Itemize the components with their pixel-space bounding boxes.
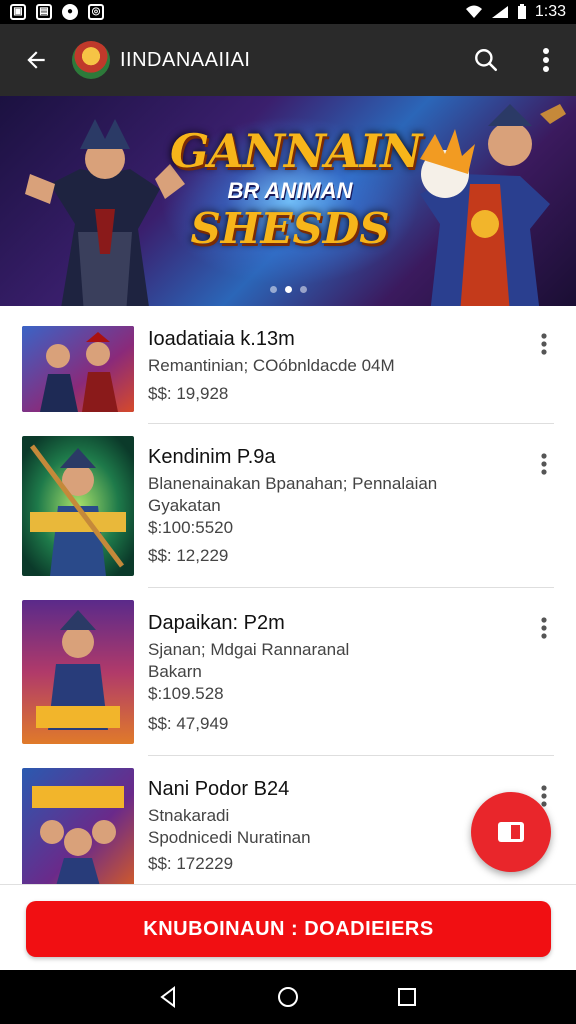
overflow-menu-button[interactable]	[516, 24, 576, 96]
more-vert-icon	[543, 48, 549, 72]
search-button[interactable]	[456, 24, 516, 96]
app-logo	[72, 41, 110, 79]
more-vert-icon	[541, 617, 547, 639]
status-right: 1:33	[465, 3, 566, 21]
pagination-dot-active[interactable]	[284, 286, 292, 293]
book-open-icon	[498, 822, 524, 842]
item-detail: Spodnicedi Nuratinan	[148, 828, 311, 847]
more-vert-icon	[541, 453, 547, 475]
floating-action-button[interactable]	[471, 792, 551, 872]
banner-title-line3: SHESDS	[190, 204, 390, 253]
list-item[interactable]: Dapaikan: P2m Sjanan; Mdgai Rannaranal B…	[0, 588, 576, 756]
nav-recents-icon[interactable]	[396, 986, 418, 1008]
status-bar: ▣ ▤ ● ◎ 1:33	[0, 0, 576, 24]
nav-back-icon[interactable]	[158, 986, 180, 1008]
bottom-action-area: KNUBOINAUN : DOADIEIERS	[0, 884, 576, 970]
hero-left-illustration	[25, 119, 185, 306]
instagram-icon: ◎	[88, 4, 104, 20]
item-detail: Gyakatan	[148, 496, 221, 515]
item-price: $$: 172229	[148, 854, 234, 873]
battery-icon	[517, 4, 526, 19]
item-detail: $:100:5520	[148, 518, 234, 537]
item-title: Ioadatiaia k.13m	[148, 328, 295, 350]
item-price: $$: 47,949	[148, 714, 229, 733]
more-vert-icon	[541, 785, 547, 807]
item-detail: Blanenainakan Bpanahan; Pennalaian	[148, 474, 438, 493]
item-more-button[interactable]	[530, 614, 558, 642]
wifi-icon	[465, 5, 482, 18]
item-more-button[interactable]	[530, 330, 558, 358]
list-item[interactable]: Kendinim P.9a Blanenainakan Bpanahan; Pe…	[0, 424, 576, 588]
item-title: Kendinim P.9a	[148, 446, 276, 468]
hero-right-illustration	[420, 104, 566, 306]
photo-icon: ▣	[10, 4, 26, 20]
nav-home-icon[interactable]	[277, 986, 299, 1008]
game-thumbnail	[22, 600, 134, 744]
item-price: $$: 19,928	[148, 384, 229, 403]
item-title: Nani Podor B24	[148, 778, 290, 800]
item-price: $$: 12,229	[148, 546, 229, 565]
game-thumbnail	[22, 326, 134, 412]
gallery-icon: ▤	[36, 4, 52, 20]
pagination-dot[interactable]	[269, 286, 277, 293]
game-thumbnail	[22, 768, 134, 886]
list-item[interactable]: Ioadatiaia k.13m Remantinian; COóbnldacd…	[0, 310, 576, 424]
status-time: 1:33	[534, 3, 566, 20]
system-nav-bar	[0, 970, 576, 1024]
item-detail: Remantinian; COóbnldacde 04M	[148, 356, 395, 375]
app-bar: IINDANAAIIAI	[0, 24, 576, 96]
item-detail: Stnakaradi	[148, 806, 230, 825]
item-detail: Sjanan; Mdgai Rannaranal	[148, 640, 350, 659]
item-title: Dapaikan: P2m	[148, 612, 285, 634]
status-left-icons: ▣ ▤ ● ◎	[10, 4, 104, 20]
primary-cta-button[interactable]: KNUBOINAUN : DOADIEIERS	[26, 901, 551, 957]
signal-icon	[491, 6, 508, 18]
more-vert-icon	[541, 333, 547, 355]
banner-pagination	[0, 286, 576, 293]
search-icon	[475, 49, 498, 72]
item-detail: $:109.528	[148, 684, 224, 703]
banner-title-line1: GANNAIN	[170, 124, 422, 178]
item-detail: Bakarn	[148, 662, 202, 681]
featured-banner[interactable]: GANNAIN BR ANIMAN SHESDS	[0, 96, 576, 306]
item-more-button[interactable]	[530, 450, 558, 478]
back-button[interactable]	[0, 24, 72, 96]
pagination-dot[interactable]	[299, 286, 307, 293]
notification-icon: ●	[62, 4, 78, 20]
arrow-back-icon	[27, 51, 45, 69]
app-title: IINDANAAIIAI	[120, 48, 251, 71]
banner-title: GANNAIN BR ANIMAN SHESDS	[170, 124, 422, 253]
banner-title-line2: BR ANIMAN	[227, 178, 353, 203]
game-thumbnail	[22, 436, 134, 576]
